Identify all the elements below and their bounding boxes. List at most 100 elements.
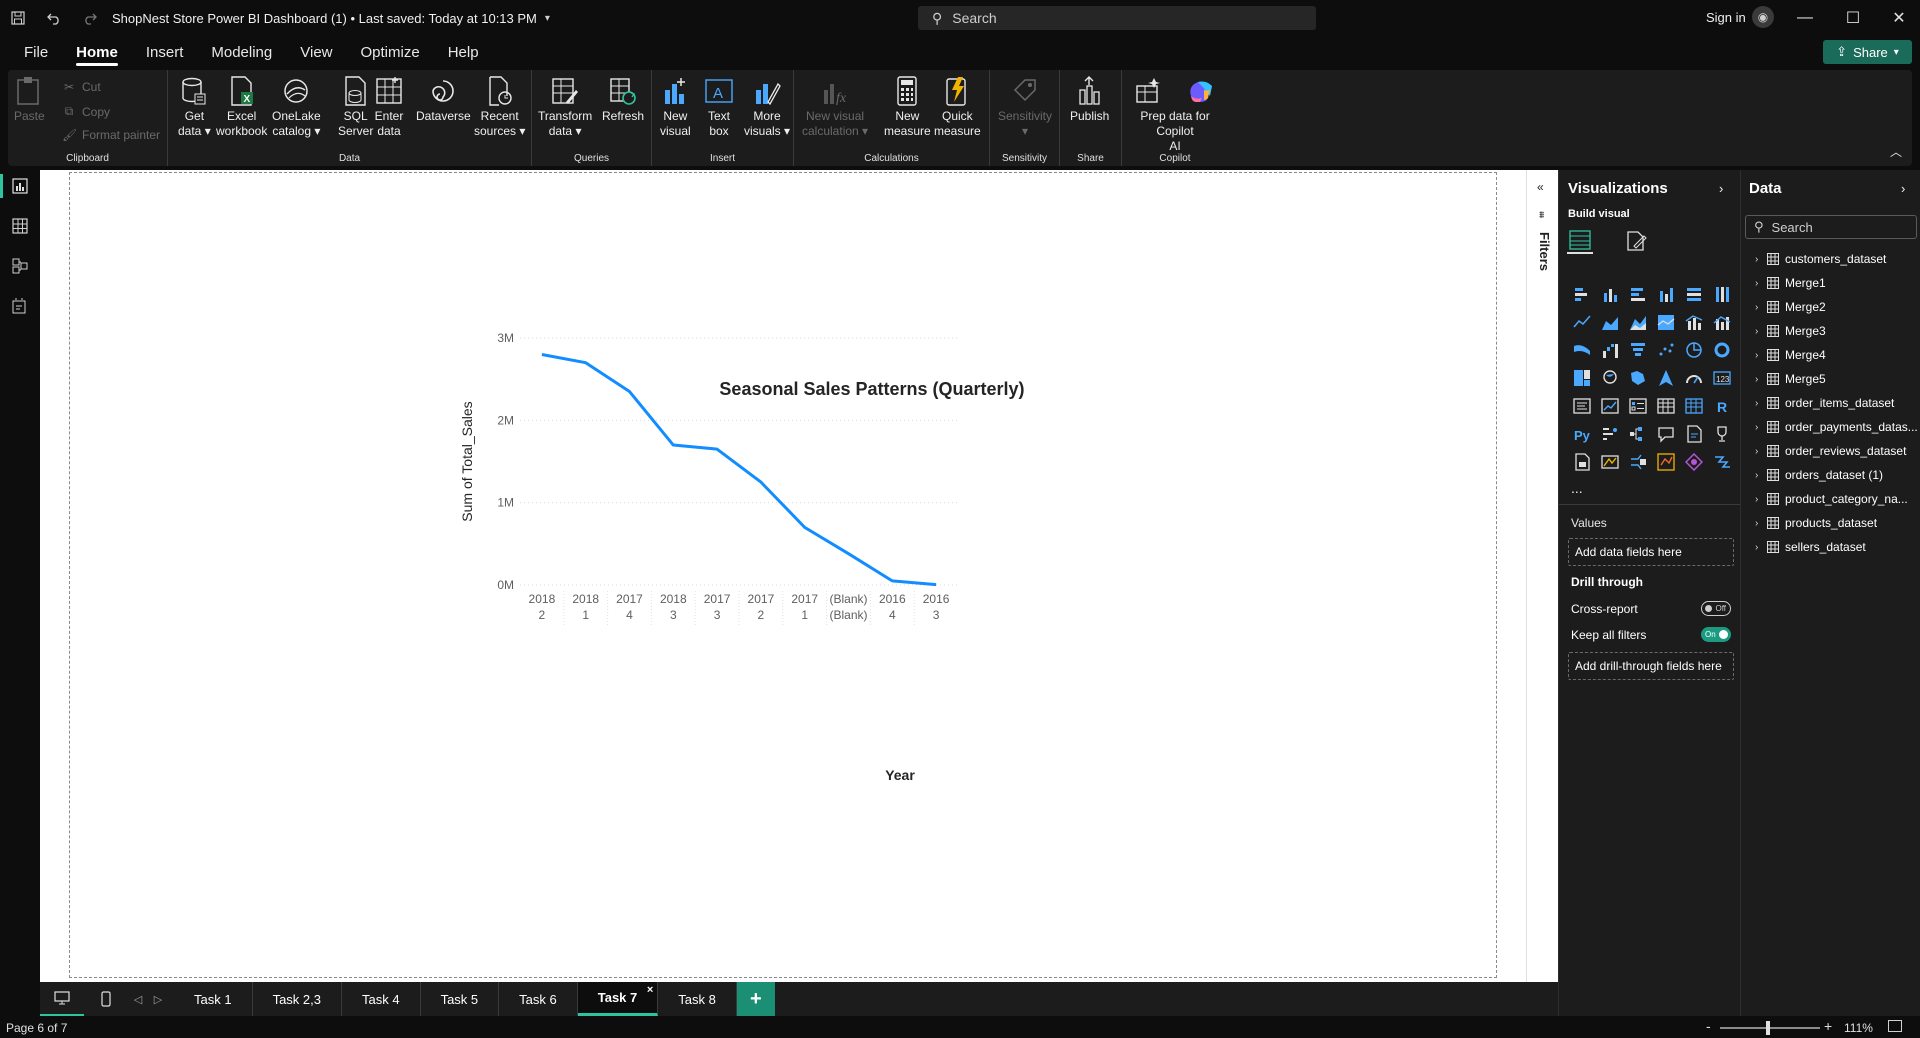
undo-icon[interactable] [36,0,72,36]
data-point[interactable] [933,582,939,588]
chevron-right-icon[interactable]: › [1755,494,1767,505]
page-tab[interactable]: Task 6 [499,982,578,1016]
data-table-item[interactable]: › Merge5 [1755,372,1919,386]
chevron-right-icon[interactable]: › [1755,470,1767,481]
chevron-right-icon[interactable]: › [1755,446,1767,457]
tab-home[interactable]: Home [62,36,132,68]
page-tab[interactable]: Task 4 [342,982,421,1016]
data-point[interactable] [889,578,895,584]
filters-pane-collapsed[interactable]: « ⩩ Filters [1526,170,1558,982]
data-table-item[interactable]: › customers_dataset [1755,252,1919,266]
filled-map-icon[interactable] [1624,364,1652,392]
area-chart-icon[interactable] [1596,308,1624,336]
build-visual-tab[interactable] [1567,228,1593,254]
tab-file[interactable]: File [10,36,62,68]
chevron-right-icon[interactable]: › [1755,350,1767,361]
stacked-column-icon[interactable] [1596,280,1624,308]
close-icon[interactable]: ✕ [1876,0,1920,36]
dataverse-button[interactable]: Dataverse [416,76,471,124]
zoom-slider-thumb[interactable] [1766,1021,1770,1035]
sql-server-button[interactable]: SQL Server [338,76,373,139]
account-icon[interactable]: ◉ [1752,6,1774,28]
title-dropdown-icon[interactable]: ▾ [545,13,550,24]
copy-button[interactable]: ⧉ Copy [62,104,110,119]
quick-measure-button[interactable]: Quick measure [934,76,981,139]
fit-to-page-icon[interactable] [1888,1020,1902,1032]
chevron-right-icon[interactable]: › [1755,326,1767,337]
chevron-right-icon[interactable]: › [1755,518,1767,529]
page-tab[interactable]: Task 8 [658,982,737,1016]
format-painter-button[interactable]: 🖌 Format painter [62,128,160,142]
cut-button[interactable]: ✂ Cut [62,80,101,94]
python-visual-icon[interactable]: Py [1568,420,1596,448]
search-input[interactable]: ⚲ Search [918,6,1316,30]
data-point[interactable] [802,524,808,530]
new-measure-button[interactable]: New measure [884,76,931,139]
refresh-button[interactable]: Refresh [602,76,644,124]
table-icon[interactable] [1652,392,1680,420]
narrative-icon[interactable] [1680,420,1708,448]
add-page-button[interactable]: + [736,982,775,1016]
line-clustered-column-icon[interactable] [1680,308,1708,336]
stacked-area-icon[interactable] [1624,308,1652,336]
data-table-item[interactable]: › Merge3 [1755,324,1919,338]
desktop-layout-icon[interactable] [40,982,84,1016]
onelake-catalog-button[interactable]: OneLake catalog ▾ [272,76,321,139]
data-table-item[interactable]: › Merge4 [1755,348,1919,362]
data-point[interactable] [846,551,852,557]
tab-view[interactable]: View [286,36,346,68]
page-tab[interactable]: Task 5 [421,982,500,1016]
card-icon[interactable]: 123 [1708,364,1736,392]
goals-icon[interactable] [1708,420,1736,448]
chevron-right-icon[interactable]: › [1755,542,1767,553]
excel-workbook-button[interactable]: X Excel workbook [216,76,267,139]
power-automate-icon[interactable] [1624,448,1652,476]
data-point[interactable] [583,360,589,366]
clustered-bar-icon[interactable] [1624,280,1652,308]
data-table-item[interactable]: › products_dataset [1755,516,1919,530]
data-point[interactable] [670,442,676,448]
map-icon[interactable] [1596,364,1624,392]
sensitivity-button[interactable]: Sensitivity ▾ [998,76,1052,139]
qa-icon[interactable] [1652,420,1680,448]
treemap-icon[interactable] [1568,364,1596,392]
minimize-icon[interactable]: — [1782,0,1828,36]
r-visual-icon[interactable]: R [1708,392,1736,420]
line-chart-visual[interactable]: Seasonal Sales Patterns (Quarterly) Sum … [40,170,1526,982]
close-tab-icon[interactable]: × [647,984,653,996]
line-chart-icon[interactable] [1568,308,1596,336]
shape-map-icon[interactable] [1680,448,1708,476]
chevron-right-icon[interactable]: › [1755,278,1767,289]
more-custom-icon[interactable] [1708,448,1736,476]
stacked-bar-icon[interactable] [1568,280,1596,308]
new-visual-calculation-button[interactable]: fx New visual calculation ▾ [802,76,868,139]
chevron-right-icon[interactable]: › [1755,302,1767,313]
decomposition-tree-icon[interactable] [1624,420,1652,448]
gauge-icon[interactable] [1680,364,1708,392]
azure-map-icon[interactable] [1652,364,1680,392]
chevron-right-icon[interactable]: › [1755,398,1767,409]
matrix-icon[interactable] [1680,392,1708,420]
zoom-out-button[interactable]: - [1706,1018,1711,1034]
share-button[interactable]: ⇪ Share ▾ [1823,40,1912,64]
page-tab[interactable]: Task 1 [174,982,253,1016]
collapse-data-icon[interactable]: › [1901,181,1905,196]
chevron-right-icon[interactable]: › [1755,374,1767,385]
table-view-icon[interactable] [8,214,32,238]
maximize-icon[interactable]: ☐ [1830,0,1876,36]
transform-data-button[interactable]: Transform data ▾ [538,76,592,139]
collapse-ribbon-icon[interactable]: ︿ [1890,143,1902,160]
data-point[interactable] [627,389,633,395]
line-stacked-column-icon[interactable] [1708,308,1736,336]
data-point[interactable] [539,351,545,357]
kpi-icon[interactable] [1596,392,1624,420]
more-visuals-ellipsis[interactable]: ... [1571,480,1583,496]
multi-row-card-icon[interactable] [1568,392,1596,420]
funnel-icon[interactable] [1624,336,1652,364]
zoom-slider-track[interactable] [1720,1027,1820,1029]
donut-chart-icon[interactable] [1708,336,1736,364]
data-table-item[interactable]: › order_reviews_dataset [1755,444,1919,458]
chevron-right-icon[interactable]: › [1755,422,1767,433]
zoom-in-button[interactable]: + [1824,1018,1832,1034]
previous-page-icon[interactable]: ◁ [128,982,148,1016]
